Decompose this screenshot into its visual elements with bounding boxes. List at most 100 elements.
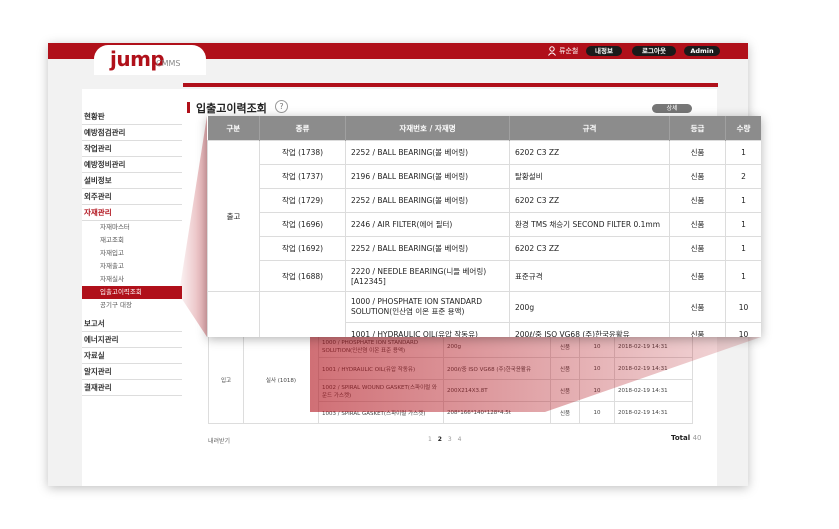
qty-cell: 10 (579, 379, 615, 402)
item-cell: 2220 / NEEDLE BEARING(니들 베어링) [A12345] (345, 260, 510, 292)
item-cell: 1002 / SPIRAL WOUND GASKET(스파이럴 와운드 가스켓) (318, 379, 444, 402)
page-link-current[interactable]: 2 (438, 436, 442, 443)
group-label: 출고 (207, 140, 260, 292)
logout-button[interactable]: 로그아웃 (632, 46, 676, 56)
col-header-type[interactable]: 구분 (207, 116, 260, 141)
item-cell: 1000 / PHOSPHATE ION STANDARD SOLUTION(인… (345, 291, 510, 323)
grade-cell: 신품 (669, 322, 726, 337)
page-link[interactable]: 4 (458, 436, 462, 443)
spec-cell: 200g (443, 335, 551, 358)
qty-cell: 1 (725, 212, 761, 237)
grade-cell: 신품 (550, 357, 580, 380)
sidebar-subitem-material-master[interactable]: 자재마스터 (82, 221, 182, 234)
title-marker (187, 102, 190, 113)
my-info-button[interactable]: 내정보 (586, 46, 622, 56)
sidebar-item-approval[interactable]: 결재관리 (82, 380, 182, 396)
grade-cell: 신품 (669, 212, 726, 237)
sidebar-subitem-inbound[interactable]: 자재입고 (82, 247, 182, 260)
spec-cell: 탈황설비 (509, 164, 670, 189)
content-topline (183, 83, 718, 87)
pagination: 1 2 3 4 (428, 436, 465, 443)
spec-cell: 6202 C3 ZZ (509, 188, 670, 213)
sidebar-item-dashboard[interactable]: 현황판 (82, 109, 182, 125)
sidebar-item-reports[interactable]: 보고서 (82, 316, 182, 332)
logo-subtitle: CMMS (156, 59, 181, 68)
col-header-item[interactable]: 자재번호 / 자재명 (345, 116, 510, 141)
total-label: Total (671, 434, 691, 442)
spec-cell: 6202 C3 ZZ (509, 140, 670, 165)
spec-cell: 208*166*140*128*4.5t (443, 401, 551, 424)
history-table: 구분 종류 자재번호 / 자재명 규격 등급 수량 출고 작업 (1738) 2… (207, 116, 761, 337)
qty-cell: 1 (725, 236, 761, 261)
spec-cell: 표준규격 (509, 260, 670, 292)
spec-cell: 환경 TMS 채승기 SECOND FILTER 0.1mm (509, 212, 670, 237)
sidebar-item-preventive-inspection[interactable]: 예방점검관리 (82, 125, 182, 141)
col-header-kind[interactable]: 종류 (259, 116, 346, 141)
kind-cell: 작업 (1692) (259, 236, 346, 261)
zoomed-history-table: 구분 종류 자재번호 / 자재명 규격 등급 수량 출고 작업 (1738) 2… (207, 116, 761, 337)
qty-cell: 10 (579, 357, 615, 380)
date-cell: 2018-02-19 14:31 (614, 335, 693, 358)
table-row[interactable]: 작업 (1692) 2252 / BALL BEARING(볼 베어링) 620… (208, 236, 761, 261)
grade-cell: 신품 (669, 164, 726, 189)
item-cell: 2196 / BALL BEARING(볼 베어링) (345, 164, 510, 189)
table-row[interactable]: 작업 (1737) 2196 / BALL BEARING(볼 베어링) 탈황설… (208, 164, 761, 189)
grade-cell: 신품 (669, 140, 726, 165)
qty-cell: 2 (725, 164, 761, 189)
sidebar-item-outsourcing[interactable]: 외주관리 (82, 189, 182, 205)
grade-cell: 신품 (669, 291, 726, 323)
total-value: 40 (692, 434, 702, 442)
qty-cell: 10 (725, 291, 761, 323)
item-cell: 2252 / BALL BEARING(볼 베어링) (345, 236, 510, 261)
date-cell: 2018-02-19 14:31 (614, 379, 693, 402)
qty-cell: 1 (725, 188, 761, 213)
grade-cell: 신품 (669, 236, 726, 261)
kind-cell: 실사 (1018) (243, 335, 319, 424)
sidebar-item-energy[interactable]: 에너지관리 (82, 332, 182, 348)
sidebar-subitem-stock[interactable]: 재고조회 (82, 234, 182, 247)
col-header-grade[interactable]: 등급 (669, 116, 726, 141)
kind-cell: 작업 (1688) (259, 260, 346, 292)
table-row[interactable]: 작업 (1696) 2246 / AIR FILTER(에어 필터) 환경 TM… (208, 212, 761, 237)
spec-cell: 200g (509, 291, 670, 323)
kind-cell-empty (259, 291, 346, 337)
kind-cell: 작업 (1738) (259, 140, 346, 165)
sidebar-subitem-outbound[interactable]: 자재출고 (82, 260, 182, 273)
date-cell: 2018-02-19 14:31 (614, 401, 693, 424)
sidebar-item-library[interactable]: 자료실 (82, 348, 182, 364)
sidebar-item-equipment[interactable]: 설비정보 (82, 173, 182, 189)
group-label: 입고 (208, 335, 244, 424)
table-row[interactable]: 출고 작업 (1738) 2252 / BALL BEARING(볼 베어링) … (207, 140, 761, 292)
sidebar-subitem-inventory-check[interactable]: 자재실사 (82, 273, 182, 286)
table-row[interactable]: 작업 (1688) 2220 / NEEDLE BEARING(니들 베어링) … (208, 260, 761, 292)
kind-cell: 작업 (1737) (259, 164, 346, 189)
table-row[interactable]: 1000 / PHOSPHATE ION STANDARD SOLUTION(인… (207, 291, 761, 337)
sidebar-subitem-tools[interactable]: 공기구 대장 (82, 299, 182, 312)
page-link[interactable]: 1 (428, 436, 432, 443)
qty-cell: 10 (725, 322, 761, 337)
col-header-qty[interactable]: 수량 (725, 116, 761, 141)
download-link[interactable]: 내려받기 (208, 436, 230, 445)
total-count: Total 40 (671, 434, 701, 442)
qty-cell: 10 (579, 335, 615, 358)
kind-cell: 작업 (1729) (259, 188, 346, 213)
spec-cell: 200ℓ/중 ISO VG68 (주)한국윤활유 (443, 357, 551, 380)
sidebar-item-materials[interactable]: 자재관리 (82, 205, 182, 221)
inbound-table: 입고 실사 (1018) 1000 / PHOSPHATE ION STANDA… (208, 335, 693, 424)
question-icon[interactable]: ? (275, 100, 288, 113)
page-link[interactable]: 3 (448, 436, 452, 443)
kind-cell: 작업 (1696) (259, 212, 346, 237)
table-row[interactable]: 작업 (1729) 2252 / BALL BEARING(볼 베어링) 620… (208, 188, 761, 213)
table-row[interactable]: 입고 실사 (1018) 1000 / PHOSPHATE ION STANDA… (208, 335, 693, 424)
sidebar-item-preventive-maintenance[interactable]: 예방정비관리 (82, 157, 182, 173)
item-cell: 1001 / HYDRAULIC OIL(유압 작동유) (345, 322, 510, 337)
page-title: 입출고이력조회 (196, 102, 267, 115)
sidebar-item-alerts[interactable]: 알지관리 (82, 364, 182, 380)
sidebar-subitem-history[interactable]: 입출고이력조회 (82, 286, 182, 299)
grade-cell: 신품 (550, 335, 580, 358)
detail-button[interactable]: 상세 (652, 104, 692, 113)
grade-cell: 신품 (669, 188, 726, 213)
col-header-spec[interactable]: 규격 (509, 116, 670, 141)
sidebar-item-work[interactable]: 작업관리 (82, 141, 182, 157)
admin-button[interactable]: Admin (684, 46, 720, 56)
